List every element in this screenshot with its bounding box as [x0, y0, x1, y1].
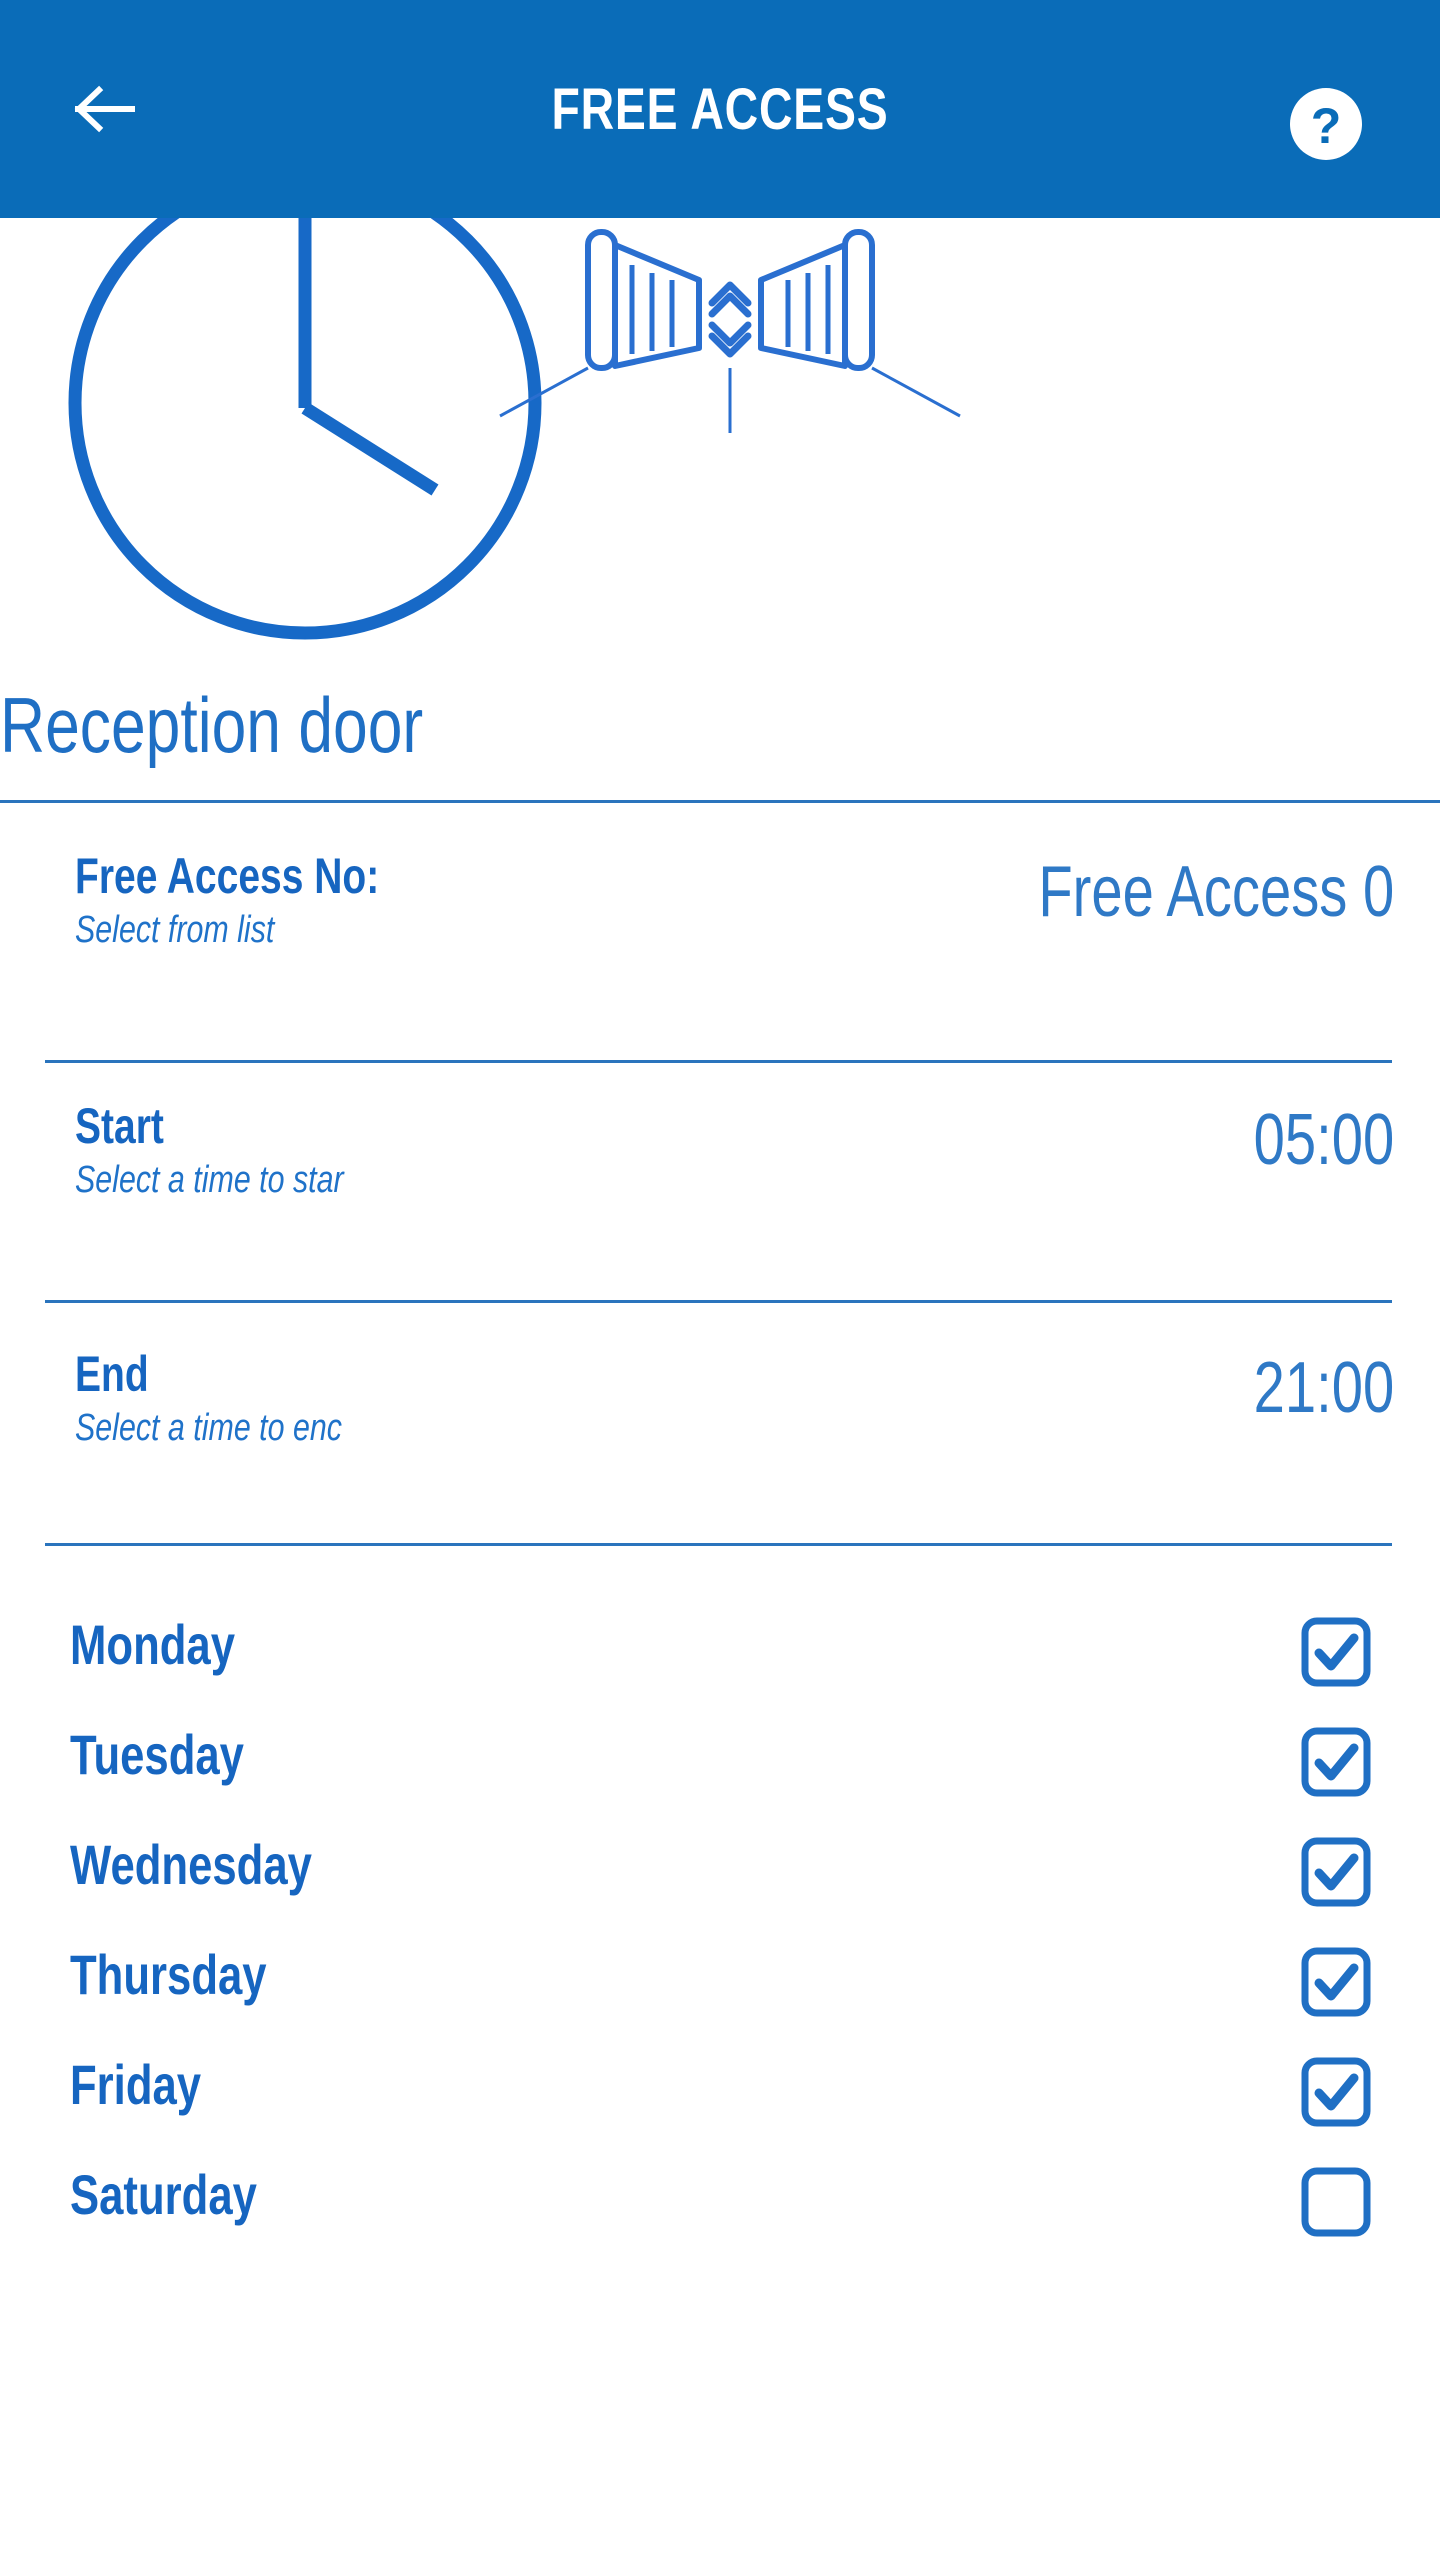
- row-end-text: End Select a time to enc: [75, 1348, 409, 1448]
- back-button[interactable]: [60, 79, 150, 139]
- hero-illustration: [0, 218, 1440, 648]
- row-start-text: Start Select a time to star: [75, 1100, 411, 1200]
- row-free-access-no-text: Free Access No: Select from list: [75, 850, 465, 950]
- arrow-left-icon: [74, 85, 135, 133]
- header-divider: [0, 800, 1440, 803]
- opening-gate-icon: [499, 229, 961, 433]
- clock-icon: [68, 218, 542, 640]
- day-row-thursday[interactable]: Thursday: [0, 1932, 1440, 2042]
- day-checkbox[interactable]: [1300, 1726, 1372, 1798]
- svg-text:?: ?: [1311, 98, 1342, 154]
- day-label: Friday: [70, 2053, 202, 2116]
- day-checkbox[interactable]: [1300, 1836, 1372, 1908]
- day-checkbox[interactable]: [1300, 2166, 1372, 2238]
- day-label: Tuesday: [70, 1723, 244, 1786]
- app-header: FREE ACCESS ?: [0, 0, 1440, 218]
- row-divider-3: [45, 1543, 1392, 1546]
- day-label: Monday: [70, 1613, 236, 1676]
- checkbox-checked-icon: [1301, 1617, 1371, 1687]
- day-row-wednesday[interactable]: Wednesday: [0, 1822, 1440, 1932]
- row-divider-1: [45, 1060, 1392, 1063]
- day-row-friday[interactable]: Friday: [0, 2042, 1440, 2152]
- page-title: FREE ACCESS: [551, 76, 889, 142]
- checkbox-checked-icon: [1301, 1837, 1371, 1907]
- day-checkbox[interactable]: [1300, 1946, 1372, 2018]
- row-free-access-no-sub: Select from list: [75, 908, 275, 951]
- checkbox-checked-icon: [1301, 1727, 1371, 1797]
- day-checkbox[interactable]: [1300, 2056, 1372, 2128]
- row-end-value[interactable]: 21:00: [1253, 1352, 1394, 1424]
- device-name: Reception door: [0, 680, 424, 769]
- row-start-label: Start: [75, 1098, 164, 1154]
- row-end[interactable]: End Select a time to enc 21:00: [0, 1248, 1440, 1448]
- checkbox-unchecked-icon: [1301, 2167, 1371, 2237]
- day-row-tuesday[interactable]: Tuesday: [0, 1712, 1440, 1822]
- day-label: Saturday: [70, 2163, 257, 2226]
- day-checkbox[interactable]: [1300, 1616, 1372, 1688]
- row-free-access-no-label: Free Access No:: [75, 848, 380, 904]
- row-end-sub: Select a time to enc: [75, 1406, 342, 1449]
- day-label: Thursday: [70, 1943, 267, 2006]
- row-start-value[interactable]: 05:00: [1253, 1104, 1394, 1176]
- free-access-screen: FREE ACCESS ? Reception door Free Access…: [0, 0, 1440, 2560]
- day-row-monday[interactable]: Monday: [0, 1602, 1440, 1712]
- day-label: Wednesday: [70, 1833, 312, 1896]
- row-end-label: End: [75, 1346, 149, 1402]
- row-free-access-no-value[interactable]: Free Access 0: [1038, 856, 1394, 928]
- row-free-access-no[interactable]: Free Access No: Select from list Free Ac…: [0, 850, 1440, 1060]
- day-row-saturday[interactable]: Saturday: [0, 2152, 1440, 2262]
- checkbox-checked-icon: [1301, 2057, 1371, 2127]
- help-circle-icon: ?: [1290, 88, 1362, 160]
- row-start-sub: Select a time to star: [75, 1158, 344, 1201]
- checkbox-checked-icon: [1301, 1947, 1371, 2017]
- help-button[interactable]: ?: [1288, 86, 1364, 162]
